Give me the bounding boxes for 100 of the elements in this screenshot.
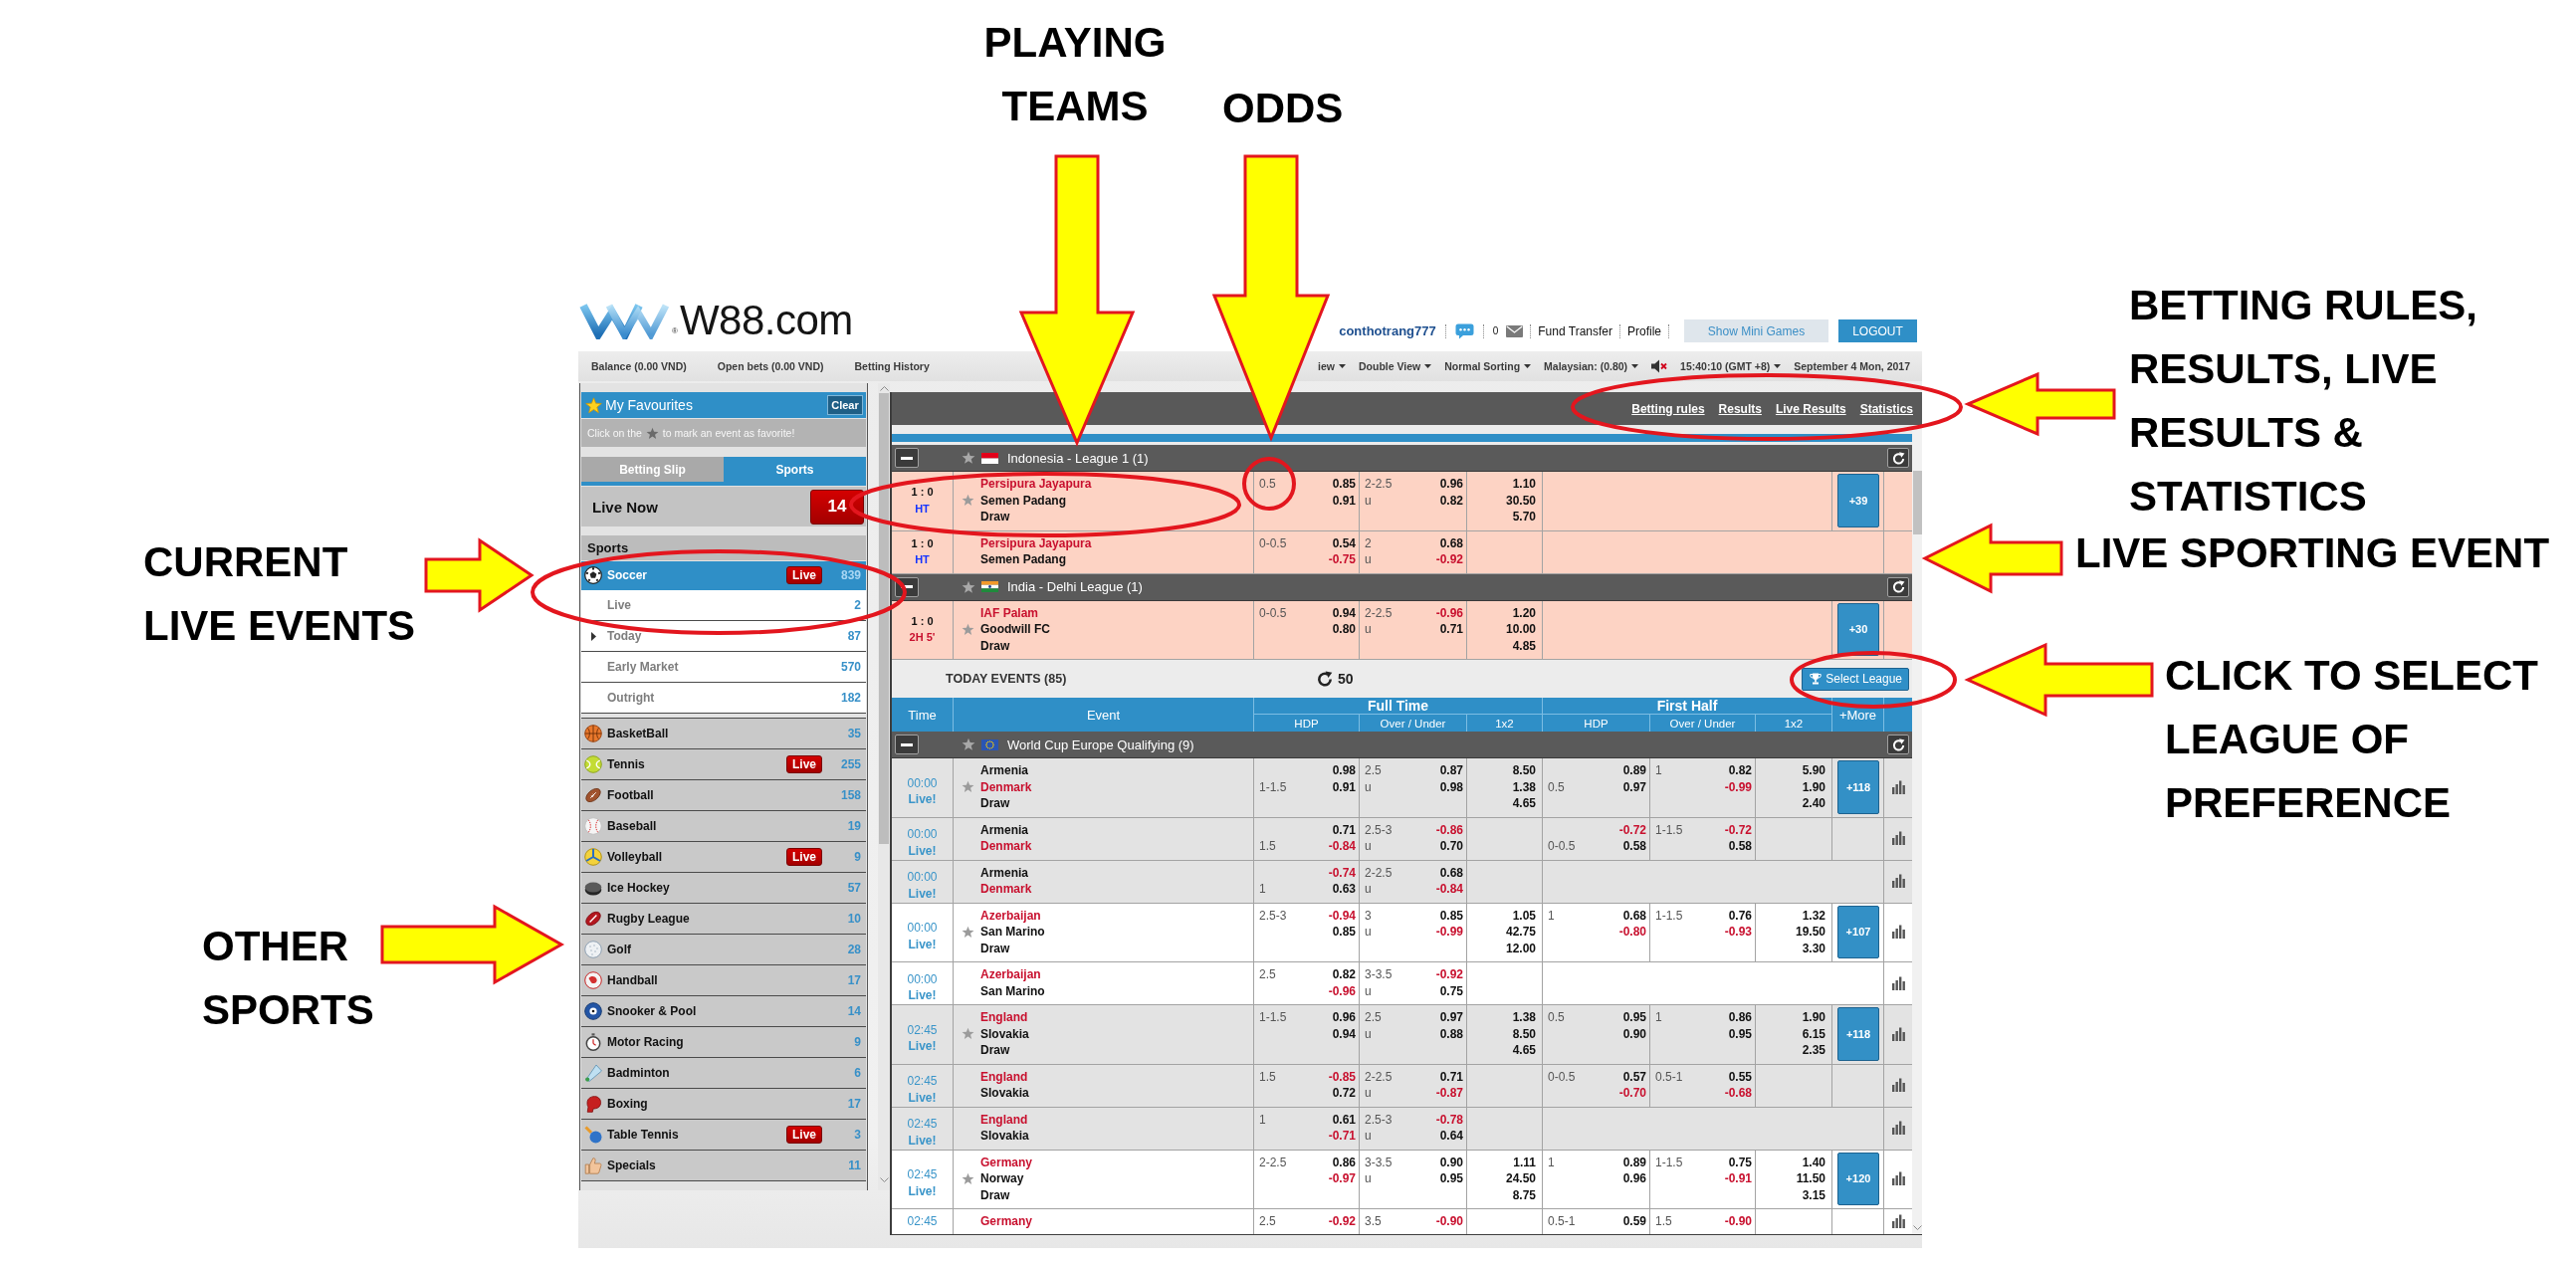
bar-chart-icon[interactable] (1891, 779, 1905, 794)
odds-value[interactable]: -0.99 (1435, 924, 1463, 941)
odds-value[interactable]: 24.50 (1505, 1170, 1536, 1187)
odds-value[interactable]: 30.50 (1505, 492, 1536, 509)
account-link[interactable]: Betting History (854, 360, 930, 372)
odds-value[interactable]: 0.80 (1332, 621, 1356, 638)
tab[interactable]: Sports (724, 457, 866, 482)
star-icon[interactable] (962, 579, 975, 594)
odds-value[interactable]: 0.71 (1439, 1068, 1463, 1085)
odds-value[interactable]: 0.86 (1332, 1154, 1356, 1170)
refresh-button[interactable]: 50 (1317, 671, 1354, 687)
odds-value[interactable]: -0.74 (1328, 864, 1356, 881)
odds-value[interactable]: 0.94 (1332, 1025, 1356, 1042)
star-icon[interactable] (962, 1027, 974, 1041)
chevron-down-icon[interactable] (1912, 1225, 1922, 1230)
sport-item[interactable]: Specials 11 (581, 1151, 866, 1181)
logout-button[interactable]: LOGOUT (1838, 319, 1917, 342)
odds-value[interactable]: 42.75 (1505, 924, 1536, 941)
odds-value[interactable]: -0.99 (1724, 778, 1752, 795)
odds-value[interactable]: 0.82 (1332, 966, 1356, 983)
sport-item[interactable]: Volleyball Live 9 (581, 842, 866, 873)
view-menu[interactable]: Normal Sorting (1444, 360, 1532, 372)
odds-value[interactable]: -0.90 (1724, 1213, 1752, 1230)
sport-item[interactable]: Snooker & Pool 14 (581, 996, 866, 1027)
star-icon[interactable] (962, 622, 974, 636)
odds-value[interactable]: 1.38 (1512, 778, 1536, 795)
more-bets-button[interactable]: +118 (1837, 760, 1879, 814)
odds-value[interactable]: 0.89 (1622, 1154, 1646, 1170)
odds-value[interactable]: -0.85 (1328, 1068, 1356, 1085)
odds-value[interactable]: -0.80 (1618, 924, 1646, 941)
odds-value[interactable]: 6.15 (1802, 1025, 1825, 1042)
odds-value[interactable]: 0.85 (1332, 476, 1356, 493)
sport-item[interactable]: Soccer Live 839 (581, 561, 866, 590)
odds-value[interactable]: 0.91 (1332, 778, 1356, 795)
refresh-button[interactable] (1887, 735, 1909, 754)
live-now-button[interactable]: Live Now 14 (581, 487, 866, 526)
odds-value[interactable]: 1.40 (1802, 1154, 1825, 1170)
header-link[interactable]: Profile (1627, 323, 1661, 338)
sport-item[interactable]: Baseball 19 (581, 811, 866, 842)
muted-speaker-icon[interactable] (1651, 359, 1668, 373)
odds-value[interactable]: 0.89 (1622, 762, 1646, 779)
bar-chart-icon[interactable] (1891, 975, 1905, 990)
header-link[interactable]: Fund Transfer (1538, 323, 1612, 338)
toolbar-link[interactable]: Betting rules (1631, 401, 1705, 416)
chat-icon[interactable] (1454, 322, 1474, 339)
odds-value[interactable]: 1.90 (1802, 1009, 1825, 1026)
odds-value[interactable]: -0.72 (1724, 821, 1752, 838)
odds-value[interactable]: 0.87 (1439, 762, 1463, 779)
odds-value[interactable]: 0.96 (1622, 1170, 1646, 1187)
more-bets-button[interactable]: +30 (1837, 602, 1879, 656)
bar-chart-icon[interactable] (1891, 874, 1905, 888)
odds-value[interactable]: -0.87 (1435, 1085, 1463, 1102)
odds-value[interactable]: 0.98 (1439, 778, 1463, 795)
odds-value[interactable]: 0.96 (1439, 476, 1463, 493)
bar-chart-icon[interactable] (1891, 831, 1905, 845)
odds-value[interactable]: 5.70 (1512, 509, 1536, 526)
odds-value[interactable]: -0.84 (1328, 838, 1356, 855)
odds-value[interactable]: 0.75 (1728, 1154, 1752, 1170)
star-icon[interactable] (962, 1171, 974, 1185)
odds-value[interactable]: 0.68 (1439, 534, 1463, 551)
odds-value[interactable]: -0.92 (1328, 1213, 1356, 1230)
odds-value[interactable]: -0.84 (1435, 881, 1463, 898)
collapse-button[interactable] (895, 735, 919, 754)
odds-value[interactable]: -0.90 (1435, 1213, 1463, 1230)
envelope-icon[interactable] (1506, 324, 1524, 337)
odds-value[interactable]: -0.86 (1435, 821, 1463, 838)
odds-value[interactable]: -0.68 (1724, 1085, 1752, 1102)
odds-value[interactable]: 0.61 (1332, 1111, 1356, 1128)
odds-value[interactable]: 2.40 (1802, 795, 1825, 812)
odds-value[interactable]: 3.15 (1802, 1186, 1825, 1203)
star-icon[interactable] (962, 780, 974, 794)
bar-chart-icon[interactable] (1891, 1171, 1905, 1186)
odds-value[interactable]: 0.90 (1622, 1025, 1646, 1042)
odds-value[interactable]: -0.92 (1435, 551, 1463, 568)
odds-value[interactable]: 0.95 (1622, 1009, 1646, 1026)
odds-value[interactable]: 0.76 (1728, 907, 1752, 924)
odds-value[interactable]: 5.90 (1802, 762, 1825, 779)
odds-value[interactable]: 0.70 (1439, 838, 1463, 855)
view-menu[interactable]: Malaysian: (0.80) (1544, 360, 1639, 372)
odds-value[interactable]: 0.72 (1332, 1085, 1356, 1102)
more-bets-button[interactable]: +120 (1837, 1152, 1879, 1205)
star-icon[interactable] (962, 737, 975, 751)
odds-value[interactable]: 0.58 (1728, 838, 1752, 855)
odds-value[interactable]: 0.71 (1332, 821, 1356, 838)
odds-value[interactable]: -0.97 (1328, 1170, 1356, 1187)
refresh-button[interactable] (1887, 448, 1909, 468)
odds-value[interactable]: 4.65 (1512, 795, 1536, 812)
odds-value[interactable]: 1.11 (1513, 1154, 1536, 1170)
odds-value[interactable]: 0.64 (1439, 1128, 1463, 1145)
bar-chart-icon[interactable] (1891, 1214, 1905, 1229)
sport-item[interactable]: Rugby League 10 (581, 904, 866, 935)
sport-item[interactable]: Tennis Live 255 (581, 749, 866, 780)
more-bets-button[interactable]: +39 (1837, 474, 1879, 527)
view-menu[interactable]: iew (1318, 360, 1346, 372)
odds-value[interactable]: 0.86 (1728, 1009, 1752, 1026)
refresh-button[interactable] (1887, 576, 1909, 597)
odds-value[interactable]: 0.57 (1622, 1068, 1646, 1085)
bar-chart-icon[interactable] (1891, 1121, 1905, 1135)
odds-value[interactable]: 0.91 (1332, 492, 1356, 509)
odds-value[interactable]: 4.65 (1512, 1042, 1536, 1059)
